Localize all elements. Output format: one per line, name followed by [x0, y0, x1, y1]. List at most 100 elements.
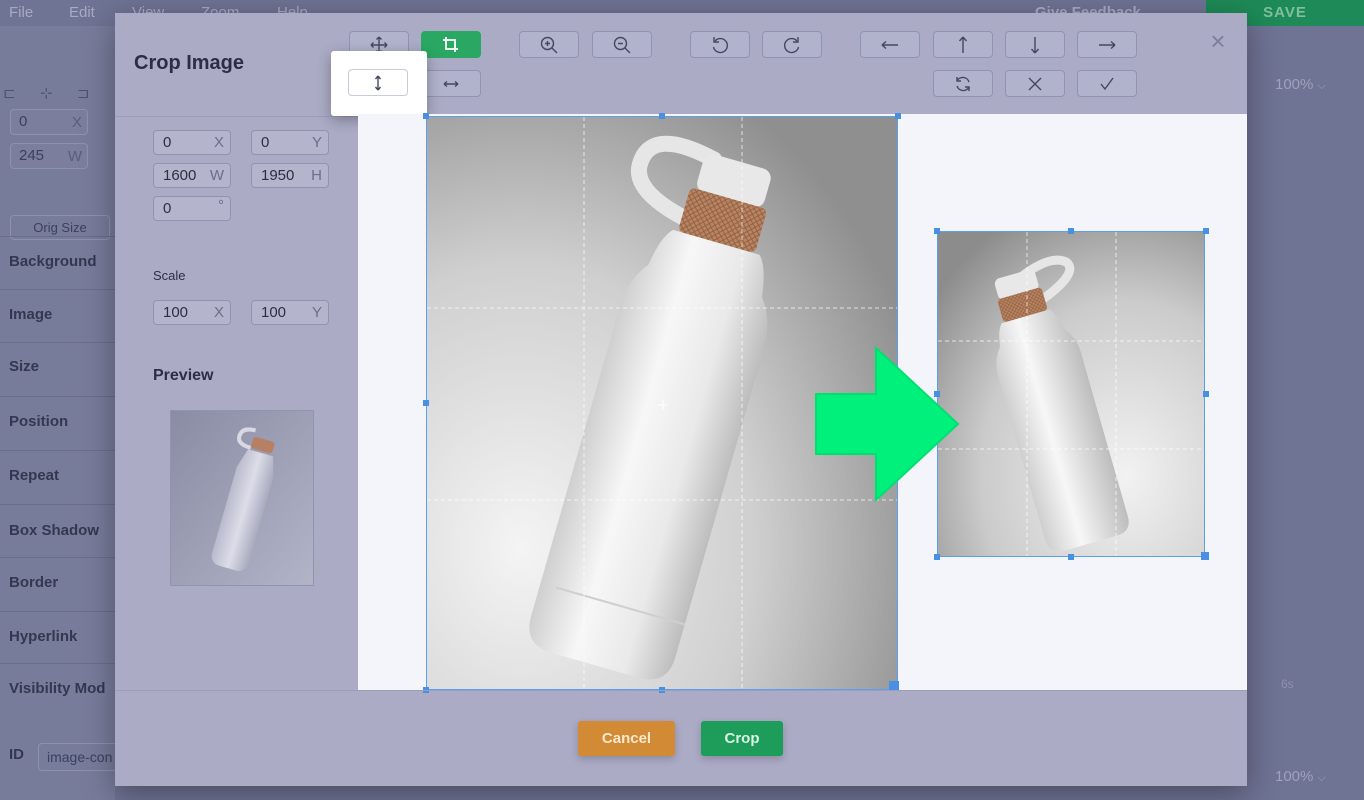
highlight-callout — [331, 51, 427, 116]
id-input[interactable]: image-con — [38, 743, 118, 771]
result-handle-se — [1201, 552, 1209, 560]
rotate-unit: ° — [218, 197, 224, 214]
crop-button[interactable]: Crop — [701, 721, 783, 756]
crop-y-value: 0 — [261, 134, 270, 151]
scale-x-input[interactable]: 100 X — [153, 300, 231, 325]
scale-y-input[interactable]: 100 Y — [251, 300, 329, 325]
scale-x-value: 100 — [163, 304, 189, 321]
rotate-left-button[interactable] — [690, 31, 750, 58]
crop-width-input[interactable]: 1600 W — [153, 163, 231, 188]
position-x-value: 0 — [19, 113, 28, 130]
clear-button[interactable] — [1005, 70, 1065, 97]
reset-icon — [956, 76, 970, 91]
flip-horizontal-icon — [443, 80, 459, 87]
result-handle-n — [1068, 228, 1074, 234]
move-up-button[interactable] — [933, 31, 993, 58]
section-size[interactable]: Size — [0, 342, 115, 396]
clear-icon — [1028, 77, 1042, 90]
crop-handle-w[interactable] — [423, 400, 429, 406]
crop-handle-ne[interactable] — [895, 113, 901, 119]
width-unit: W — [67, 148, 82, 165]
section-visibility-mode[interactable]: Visibility Mod — [0, 663, 115, 715]
rotate-left-icon — [712, 36, 729, 53]
scale-y-value: 100 — [261, 304, 287, 321]
zoom-in-button[interactable] — [519, 31, 579, 58]
flip-vertical-icon — [374, 75, 382, 90]
width-field[interactable]: 245 W — [10, 143, 88, 169]
crop-canvas — [358, 113, 1247, 693]
arrow-left-icon — [881, 40, 898, 49]
section-position[interactable]: Position — [0, 396, 115, 450]
timeline-tick-6s: 6s — [1281, 677, 1294, 691]
chevron-down-icon: ⌵ — [1317, 80, 1326, 92]
id-label: ID — [9, 746, 24, 763]
align-center-icon[interactable]: ⊹ — [40, 84, 53, 102]
zoom-out-icon — [613, 36, 631, 53]
zoom-top-value: 100% — [1275, 76, 1314, 93]
result-handle-s — [1068, 554, 1074, 560]
reset-button[interactable] — [933, 70, 993, 97]
check-icon — [1100, 77, 1114, 90]
zoom-level-top[interactable]: 100% ⌵ — [1275, 76, 1326, 93]
confirm-button[interactable] — [1077, 70, 1137, 97]
result-handle-nw — [934, 228, 940, 234]
move-down-button[interactable] — [1005, 31, 1065, 58]
crop-y-input[interactable]: 0 Y — [251, 130, 329, 155]
big-arrow-right-icon — [815, 345, 960, 503]
divider — [115, 116, 358, 117]
section-background[interactable]: Background — [0, 236, 115, 288]
crop-x-value: 0 — [163, 134, 172, 151]
section-hyperlink[interactable]: Hyperlink — [0, 611, 115, 663]
crop-x-unit: X — [213, 134, 224, 151]
section-image[interactable]: Image — [0, 289, 115, 341]
crop-y-unit: Y — [311, 134, 322, 151]
divider — [115, 690, 1247, 691]
align-left-icon[interactable]: ⊏ — [3, 84, 16, 102]
position-x-unit: X — [71, 114, 82, 131]
position-x-field[interactable]: 0 X — [10, 109, 88, 135]
result-handle-e — [1203, 391, 1209, 397]
arrow-down-icon — [1030, 36, 1040, 53]
scale-label: Scale — [153, 268, 186, 283]
rotate-value: 0 — [163, 200, 172, 217]
properties-panel: ⊏ ⊹ ⊐ 0 X 245 W Orig Size Background Ima… — [0, 26, 118, 800]
crop-width-unit: W — [209, 167, 224, 184]
close-icon[interactable]: × — [1206, 28, 1230, 54]
scale-x-unit: X — [213, 304, 224, 321]
move-right-button[interactable] — [1077, 31, 1137, 58]
crop-mode-button[interactable] — [421, 31, 481, 58]
rotate-right-icon — [783, 36, 800, 53]
arrow-right-icon — [1099, 40, 1116, 49]
section-box-shadow[interactable]: Box Shadow — [0, 504, 115, 557]
section-border[interactable]: Border — [0, 557, 115, 611]
zoom-out-button[interactable] — [592, 31, 652, 58]
crop-x-input[interactable]: 0 X — [153, 130, 231, 155]
flip-vertical-button[interactable] — [348, 69, 408, 96]
cropped-result-image — [937, 231, 1205, 557]
rotate-right-button[interactable] — [762, 31, 822, 58]
menu-file[interactable]: File — [9, 4, 33, 21]
timeline: 6s — [1247, 672, 1364, 752]
crop-handle-n[interactable] — [659, 113, 665, 119]
zoom-bottom-value: 100% — [1275, 768, 1314, 785]
align-right-icon[interactable]: ⊐ — [77, 84, 90, 102]
move-left-button[interactable] — [860, 31, 920, 58]
zoom-in-icon — [540, 36, 558, 53]
crop-handle-nw[interactable] — [423, 113, 429, 119]
flip-horizontal-button[interactable] — [421, 70, 481, 97]
menu-edit[interactable]: Edit — [69, 4, 95, 21]
crop-height-value: 1950 — [261, 167, 295, 184]
section-repeat[interactable]: Repeat — [0, 450, 115, 504]
arrow-up-icon — [958, 36, 968, 53]
crop-image-modal: Crop Image × 0 X 0 Y 1600 W 1950 H 0 ° S… — [115, 13, 1247, 786]
crop-height-input[interactable]: 1950 H — [251, 163, 329, 188]
crop-width-value: 1600 — [163, 167, 197, 184]
modal-title: Crop Image — [134, 52, 245, 74]
chevron-down-icon: ⌵ — [1317, 772, 1326, 784]
scale-y-unit: Y — [311, 304, 322, 321]
cancel-button[interactable]: Cancel — [578, 721, 675, 756]
zoom-level-bottom[interactable]: 100% ⌵ — [1275, 768, 1326, 785]
rotate-input[interactable]: 0 ° — [153, 196, 231, 221]
crop-icon — [443, 36, 458, 52]
crop-height-unit: H — [311, 167, 322, 184]
